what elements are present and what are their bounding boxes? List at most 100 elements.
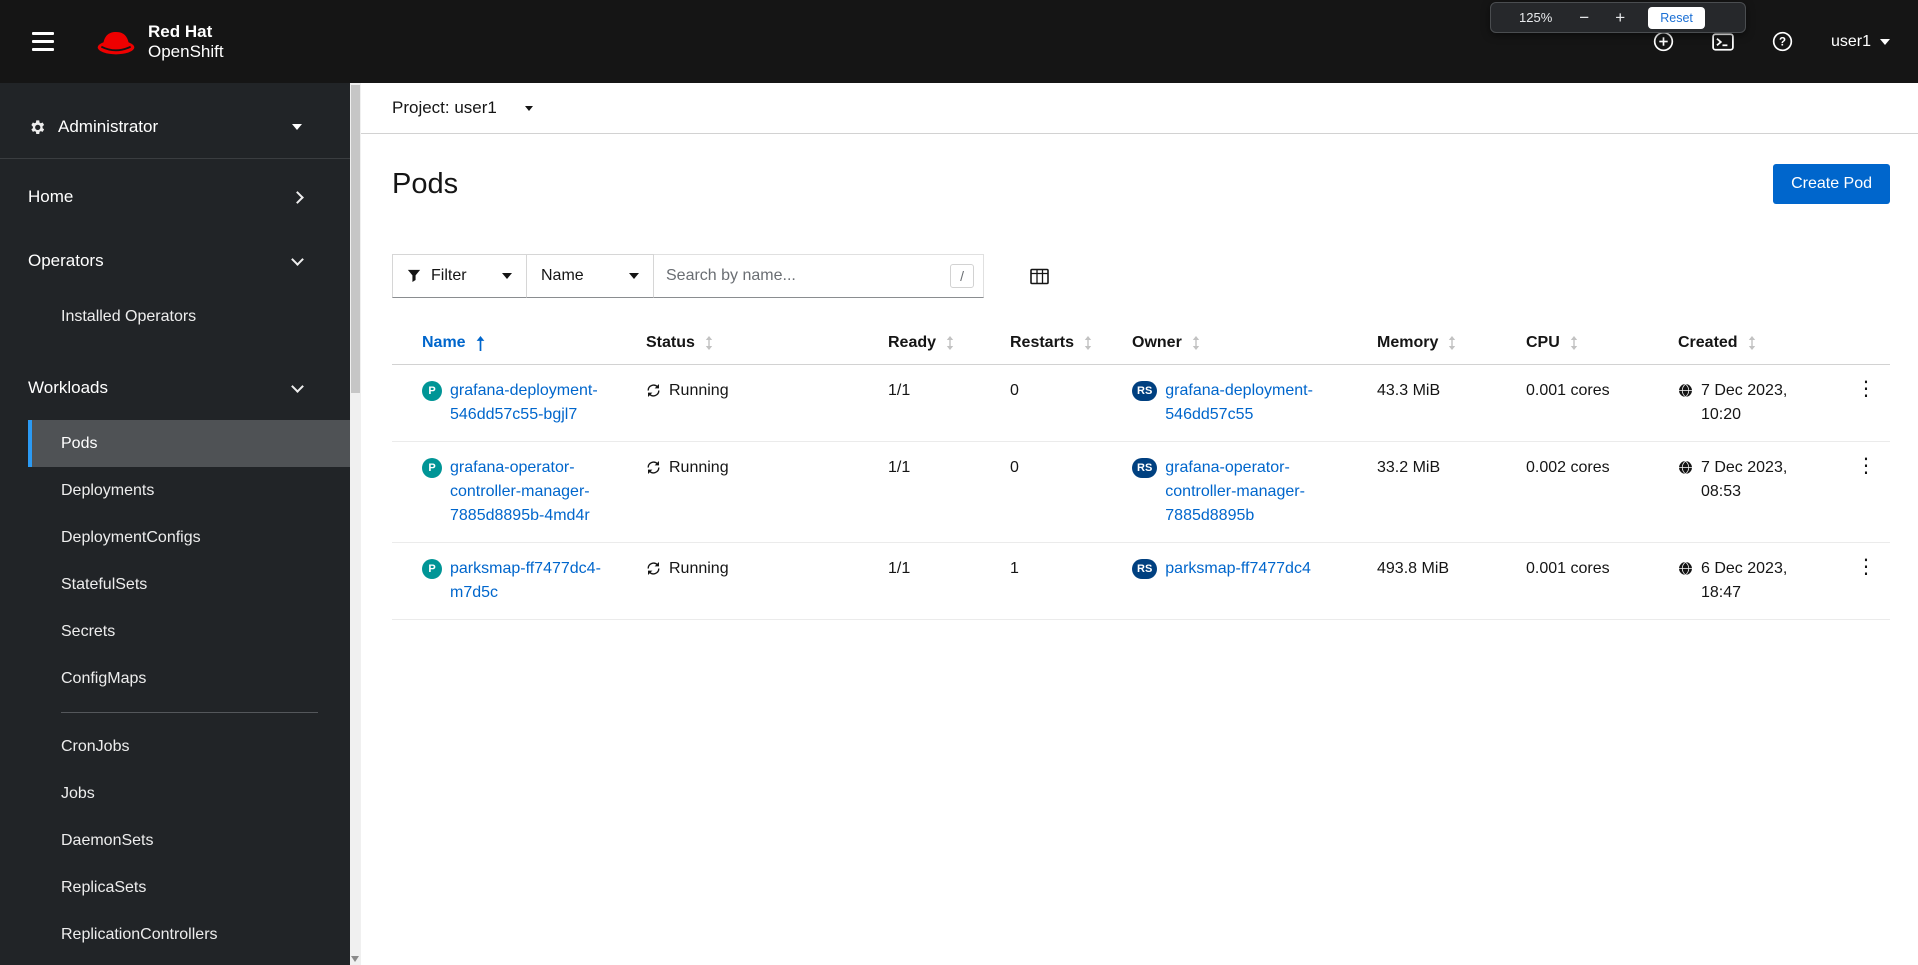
nav-label: Home bbox=[28, 187, 74, 206]
operators-subnav: Installed Operators bbox=[28, 293, 350, 340]
column-header-owner[interactable]: Owner bbox=[1132, 334, 1200, 352]
status-text: Running bbox=[669, 560, 729, 577]
created-value: 7 Dec 2023, 10:20 bbox=[1701, 382, 1788, 423]
globe-timestamp-icon bbox=[1679, 383, 1692, 398]
search-input[interactable] bbox=[654, 254, 984, 298]
sidebar-item-jobs[interactable]: Jobs bbox=[28, 770, 350, 817]
zoom-reset-button[interactable]: Reset bbox=[1648, 6, 1705, 29]
sidebar-item-secrets[interactable]: Secrets bbox=[28, 608, 350, 655]
sort-icon bbox=[1748, 336, 1755, 350]
scrollbar-thumb[interactable] bbox=[351, 85, 360, 393]
column-management-button[interactable] bbox=[1030, 268, 1049, 285]
gear-icon bbox=[31, 119, 45, 134]
replicaset-badge: RS bbox=[1132, 381, 1158, 401]
running-sync-icon bbox=[647, 384, 660, 397]
owner-link[interactable]: grafana-deployment-546dd57c55 bbox=[1165, 379, 1337, 427]
kebab-menu-button[interactable]: ⋮ bbox=[1846, 456, 1886, 476]
owner-link[interactable]: grafana-operator-controller-manager-7885… bbox=[1165, 456, 1337, 528]
workloads-subnav: Pods Deployments DeploymentConfigs State… bbox=[28, 420, 350, 958]
owner-link[interactable]: parksmap-ff7477dc4 bbox=[1165, 557, 1311, 581]
zoom-out-button[interactable]: − bbox=[1572, 9, 1596, 26]
toolbar: Filter Name / bbox=[392, 254, 1918, 298]
project-bar: Project: user1 bbox=[361, 83, 1918, 134]
sidebar-item-deployments[interactable]: Deployments bbox=[28, 467, 350, 514]
plus-circle-icon bbox=[1653, 31, 1674, 52]
sidebar-item-workloads[interactable]: Workloads bbox=[0, 356, 350, 420]
sort-icon bbox=[1192, 336, 1199, 350]
scrollbar-down-arrow[interactable] bbox=[351, 956, 359, 962]
sidebar-item-operators[interactable]: Operators bbox=[0, 229, 350, 293]
column-header-restarts[interactable]: Restarts bbox=[1010, 334, 1092, 352]
sidebar-item-cronjobs[interactable]: CronJobs bbox=[28, 723, 350, 770]
brand-line2: OpenShift bbox=[148, 41, 224, 61]
memory-value: 43.3 MiB bbox=[1377, 364, 1526, 442]
chevron-down-icon bbox=[502, 273, 512, 279]
brand-line1: Red Hat bbox=[148, 21, 213, 41]
hamburger-icon bbox=[32, 32, 54, 35]
sidebar-item-replicasets[interactable]: ReplicaSets bbox=[28, 864, 350, 911]
web-terminal-button[interactable] bbox=[1712, 31, 1734, 53]
pod-link[interactable]: parksmap-ff7477dc4-m7d5c bbox=[450, 557, 626, 605]
chevron-down-icon bbox=[291, 379, 304, 393]
sidebar-item-installed-operators[interactable]: Installed Operators bbox=[28, 293, 350, 340]
sidebar-item-pods[interactable]: Pods bbox=[28, 420, 350, 467]
column-header-created[interactable]: Created bbox=[1678, 334, 1756, 352]
sidebar-item-replicationcontrollers[interactable]: ReplicationControllers bbox=[28, 911, 350, 958]
project-selector[interactable]: Project: user1 bbox=[392, 98, 533, 118]
perspective-switcher[interactable]: Administrator bbox=[0, 95, 350, 159]
sidebar-item-configmaps[interactable]: ConfigMaps bbox=[28, 655, 350, 702]
kebab-menu-button[interactable]: ⋮ bbox=[1846, 557, 1886, 577]
sort-ascending-icon bbox=[476, 335, 484, 351]
chevron-down-icon bbox=[524, 105, 533, 111]
filter-dropdown[interactable]: Filter bbox=[392, 254, 527, 298]
question-circle-icon: ? bbox=[1772, 31, 1793, 52]
sidebar-item-daemonsets[interactable]: DaemonSets bbox=[28, 817, 350, 864]
zoom-level: 125% bbox=[1519, 10, 1553, 25]
nav-label: Operators bbox=[28, 251, 104, 270]
sidebar-scrollbar[interactable] bbox=[350, 83, 361, 965]
column-header-name[interactable]: Name bbox=[422, 334, 485, 352]
sidebar-item-deploymentconfigs[interactable]: DeploymentConfigs bbox=[28, 514, 350, 561]
column-header-memory[interactable]: Memory bbox=[1377, 334, 1456, 352]
redhat-hat-icon bbox=[97, 31, 135, 55]
column-header-ready[interactable]: Ready bbox=[888, 334, 954, 352]
menu-toggle-button[interactable] bbox=[30, 26, 56, 57]
page-header: Pods Create Pod bbox=[361, 134, 1918, 204]
kebab-menu-button[interactable]: ⋮ bbox=[1846, 379, 1886, 399]
memory-value: 33.2 MiB bbox=[1377, 441, 1526, 543]
sort-icon bbox=[1570, 336, 1577, 350]
columns-icon bbox=[1030, 268, 1049, 284]
attribute-dropdown[interactable]: Name bbox=[526, 254, 654, 298]
sidebar-item-home[interactable]: Home bbox=[0, 165, 350, 229]
help-button[interactable]: ? bbox=[1772, 31, 1793, 52]
column-header-cpu[interactable]: CPU bbox=[1526, 334, 1578, 352]
zoom-in-button[interactable]: + bbox=[1608, 9, 1632, 26]
filter-label: Filter bbox=[431, 267, 467, 284]
nav-label: Workloads bbox=[28, 378, 108, 397]
sort-icon bbox=[705, 336, 713, 350]
ready-value: 1/1 bbox=[888, 441, 1010, 543]
brand-text: Red Hat OpenShift bbox=[148, 22, 224, 62]
pod-link[interactable]: grafana-deployment-546dd57c55-bgjl7 bbox=[450, 379, 626, 427]
table-header-row: Name Status Ready Restarts Owner Memory … bbox=[392, 322, 1890, 365]
sort-icon bbox=[1084, 336, 1092, 350]
app-body: Administrator Home Operators Installed O… bbox=[0, 83, 1918, 965]
table-row: P parksmap-ff7477dc4-m7d5c Running 1/1 1… bbox=[392, 542, 1890, 620]
restarts-value: 0 bbox=[1010, 364, 1132, 442]
quick-create-button[interactable] bbox=[1653, 31, 1674, 52]
pod-link[interactable]: grafana-operator-controller-manager-7885… bbox=[450, 456, 626, 528]
cpu-value: 0.002 cores bbox=[1526, 441, 1678, 543]
filter-funnel-icon bbox=[407, 269, 421, 282]
ready-value: 1/1 bbox=[888, 542, 1010, 620]
create-pod-button[interactable]: Create Pod bbox=[1773, 164, 1890, 204]
user-menu[interactable]: user1 bbox=[1831, 33, 1890, 51]
memory-value: 493.8 MiB bbox=[1377, 542, 1526, 620]
project-label: Project: user1 bbox=[392, 98, 497, 117]
column-header-status[interactable]: Status bbox=[646, 334, 713, 352]
restarts-value: 1 bbox=[1010, 542, 1132, 620]
table-row: P grafana-deployment-546dd57c55-bgjl7 Ru… bbox=[392, 364, 1890, 442]
cpu-value: 0.001 cores bbox=[1526, 364, 1678, 442]
page-title: Pods bbox=[392, 167, 459, 200]
brand-logo[interactable]: Red Hat OpenShift bbox=[94, 22, 224, 62]
sidebar-item-statefulsets[interactable]: StatefulSets bbox=[28, 561, 350, 608]
